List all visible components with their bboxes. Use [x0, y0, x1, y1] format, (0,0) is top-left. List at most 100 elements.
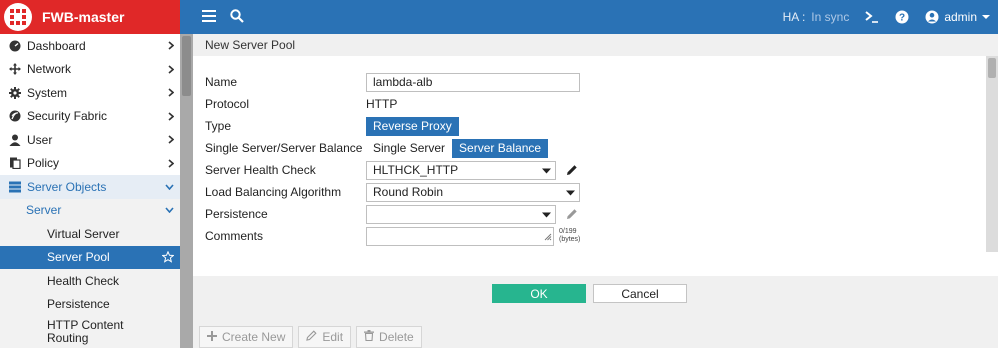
- health-check-value: HLTHCK_HTTP: [373, 163, 459, 177]
- persistence-select[interactable]: [366, 204, 556, 224]
- fortinet-logo-icon: [4, 3, 32, 31]
- caret-down-icon: [542, 163, 551, 177]
- edit-pencil-icon: [306, 330, 317, 344]
- form-scrollbar[interactable]: [986, 56, 998, 252]
- name-label: Name: [205, 75, 238, 89]
- sidebar: Dashboard Network System Security Fabric…: [0, 34, 180, 348]
- chevron-right-icon: [168, 65, 174, 74]
- svg-text:?: ?: [899, 13, 905, 24]
- form-footer: OK Cancel: [193, 276, 998, 308]
- persistence-label: Persistence: [205, 207, 268, 221]
- edit-pencil-icon[interactable]: [566, 164, 578, 176]
- ok-button[interactable]: OK: [492, 284, 586, 303]
- comments-textarea[interactable]: [366, 226, 554, 246]
- user-icon: [8, 134, 22, 146]
- brand[interactable]: FWB-master: [0, 0, 180, 34]
- ha-status: In sync: [811, 10, 850, 24]
- admin-menu[interactable]: admin: [925, 10, 990, 24]
- sidebar-item-policy[interactable]: Policy: [0, 152, 180, 176]
- sidebar-item-label: HTTP Content Routing: [47, 318, 124, 345]
- search-icon[interactable]: [230, 8, 244, 26]
- chevron-right-icon: [168, 112, 174, 121]
- sidebar-item-label: User: [27, 132, 53, 147]
- sidebar-item-server-objects[interactable]: Server Objects: [0, 175, 180, 199]
- balance-label: Single Server/Server Balance: [205, 141, 363, 155]
- edit-label: Edit: [322, 330, 344, 344]
- sidebar-scrollbar[interactable]: [180, 34, 193, 348]
- main-content: New Server Pool Name lambda-alb Protocol…: [193, 34, 998, 348]
- type-label: Type: [205, 119, 232, 133]
- top-bar: FWB-master HA : In sync ? admin: [0, 0, 998, 34]
- sidebar-item-dashboard[interactable]: Dashboard: [0, 34, 180, 58]
- sidebar-item-label: Persistence: [47, 297, 110, 312]
- lb-algorithm-value: Round Robin: [373, 185, 444, 199]
- chevron-right-icon: [168, 88, 174, 97]
- edit-button[interactable]: Edit: [298, 326, 352, 348]
- comments-label: Comments: [205, 229, 264, 243]
- resize-grip-icon[interactable]: [544, 230, 552, 244]
- scrollbar-thumb[interactable]: [988, 58, 996, 78]
- sidebar-item-label: Server Pool: [47, 250, 110, 265]
- sidebar-item-system[interactable]: System: [0, 81, 180, 105]
- lb-algorithm-label: Load Balancing Algorithm: [205, 185, 342, 199]
- chevron-right-icon: [168, 135, 174, 144]
- caret-down-icon: [566, 185, 575, 199]
- sidebar-item-persistence[interactable]: Persistence: [0, 292, 180, 316]
- sidebar-item-http-content-routing[interactable]: HTTP Content Routing: [0, 316, 180, 348]
- server-icon: [8, 181, 22, 193]
- sidebar-item-virtual-server[interactable]: Virtual Server: [0, 222, 180, 246]
- sidebar-item-server[interactable]: Server: [0, 198, 180, 222]
- sidebar-item-label: Server: [26, 203, 62, 218]
- comments-counter-unit: (bytes): [559, 236, 581, 243]
- chevron-right-icon: [168, 159, 174, 168]
- name-input[interactable]: lambda-alb: [366, 72, 580, 92]
- sidebar-item-network[interactable]: Network: [0, 58, 180, 82]
- sidebar-item-user[interactable]: User: [0, 128, 180, 152]
- lb-algorithm-select[interactable]: Round Robin: [366, 182, 580, 202]
- comments-counter: 0/199: [559, 228, 577, 235]
- delete-button[interactable]: Delete: [356, 326, 422, 348]
- security-fabric-icon: [8, 110, 22, 122]
- caret-down-icon: [982, 15, 990, 19]
- network-icon: [8, 63, 22, 76]
- chevron-down-icon: [165, 184, 174, 190]
- edit-pencil-icon: [566, 208, 578, 220]
- health-check-label: Server Health Check: [205, 163, 316, 177]
- sidebar-item-label: Virtual Server: [47, 226, 120, 241]
- page-title: New Server Pool: [193, 34, 998, 56]
- gear-icon: [8, 86, 22, 99]
- sidebar-item-label: System: [27, 85, 68, 100]
- create-new-label: Create New: [222, 330, 286, 344]
- scrollbar-thumb[interactable]: [182, 36, 191, 96]
- list-toolbar: Create New Edit Delete: [199, 326, 422, 348]
- policy-icon: [8, 157, 22, 170]
- plus-icon: [207, 330, 217, 344]
- health-check-select[interactable]: HLTHCK_HTTP: [366, 160, 556, 180]
- protocol-value: HTTP: [366, 97, 398, 111]
- sidebar-item-security-fabric[interactable]: Security Fabric: [0, 105, 180, 129]
- type-reverse-proxy-option[interactable]: Reverse Proxy: [366, 116, 459, 136]
- sidebar-item-health-check[interactable]: Health Check: [0, 269, 180, 293]
- server-pool-form: Name lambda-alb Protocol HTTP Type Rever…: [193, 56, 998, 276]
- sidebar-item-server-pool[interactable]: Server Pool: [0, 245, 180, 269]
- sidebar-item-label: Health Check: [47, 273, 120, 288]
- user-circle-icon: [925, 10, 939, 24]
- app-name: FWB-master: [42, 9, 125, 25]
- cancel-button[interactable]: Cancel: [593, 284, 687, 303]
- cli-console-icon[interactable]: [865, 11, 879, 23]
- star-icon[interactable]: [162, 251, 174, 263]
- sidebar-item-label: Policy: [27, 156, 60, 171]
- protocol-label: Protocol: [205, 97, 250, 111]
- sidebar-item-label: Server Objects: [27, 179, 107, 194]
- caret-down-icon: [542, 207, 551, 221]
- chevron-down-icon: [165, 207, 174, 214]
- server-balance-option[interactable]: Server Balance: [452, 138, 549, 158]
- create-new-button[interactable]: Create New: [199, 326, 294, 348]
- hamburger-menu-icon[interactable]: [202, 9, 216, 25]
- delete-label: Delete: [379, 330, 414, 344]
- help-icon[interactable]: ?: [895, 10, 909, 24]
- sidebar-item-label: Dashboard: [27, 38, 86, 53]
- single-server-option[interactable]: Single Server: [366, 138, 453, 158]
- admin-username: admin: [944, 10, 977, 24]
- sidebar-item-label: Network: [27, 62, 72, 77]
